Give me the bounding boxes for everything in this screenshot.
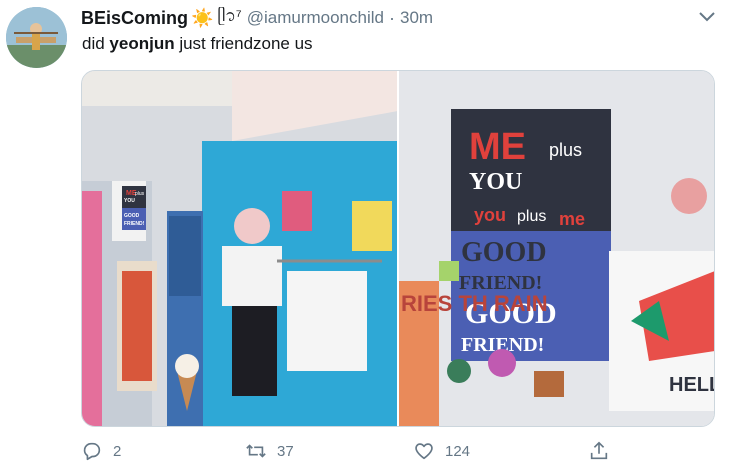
retweet-button[interactable]: 37	[245, 440, 294, 462]
left-poster-line2: plus	[135, 191, 145, 197]
reply-icon	[83, 442, 101, 461]
like-count: 124	[445, 442, 471, 460]
reply-button[interactable]: 2	[81, 440, 121, 462]
retweet-count: 37	[277, 442, 294, 460]
right-poster-good1: GOOD	[461, 237, 547, 268]
right-poster-you2: you	[474, 205, 506, 225]
separator-dot: ·	[388, 7, 395, 28]
reply-count: 2	[113, 442, 122, 460]
display-name[interactable]: BEisComing	[81, 8, 188, 29]
share-button[interactable]	[588, 440, 610, 462]
right-poster-plus2: plus	[517, 208, 546, 225]
media-grid: ME plus YOU GOOD FRIEND! ME plus YOU you…	[81, 70, 715, 427]
tweet-header: BEisComing ☀️ ᥫ᭡⁷ @iamurmoonchild · 30m	[81, 7, 433, 29]
right-poster-you: YOU	[469, 169, 522, 195]
user-handle[interactable]: @iamurmoonchild	[247, 8, 384, 28]
tweet-text-bold: yeonjun	[109, 34, 175, 53]
timestamp[interactable]: 30m	[400, 8, 433, 28]
right-poster-plus1: plus	[549, 140, 582, 160]
right-hello-text: HELLO	[669, 374, 714, 396]
tweet: BEisComing ☀️ ᥫ᭡⁷ @iamurmoonchild · 30m …	[0, 0, 733, 472]
share-icon	[590, 441, 608, 460]
right-side-text: RIES TH RAIN	[401, 291, 548, 316]
tweet-text-before: did	[82, 34, 110, 53]
tweet-text: did yeonjun just friendzone us	[82, 34, 313, 54]
chevron-down-icon[interactable]	[697, 9, 717, 25]
left-poster-line3: YOU	[124, 198, 135, 204]
tweet-actions: 2 37 124	[81, 440, 721, 464]
photo-left[interactable]: ME plus YOU GOOD FRIEND!	[82, 71, 397, 426]
right-poster-me2: me	[559, 209, 585, 229]
right-poster-me: ME	[469, 126, 526, 168]
left-poster-line4: GOOD	[124, 213, 140, 219]
photo-right[interactable]: ME plus YOU you plus me GOOD FRIEND! GOO…	[399, 71, 714, 426]
avatar[interactable]	[6, 7, 67, 68]
left-poster-line5: FRIEND!	[124, 221, 145, 227]
retweet-icon	[246, 444, 266, 458]
sun-emoji-icon: ☀️	[191, 7, 214, 28]
tweet-text-after: just friendzone us	[174, 34, 313, 53]
idol-glyph: ᥫ᭡⁷	[217, 7, 242, 25]
like-button[interactable]: 124	[413, 440, 470, 462]
like-icon	[415, 443, 433, 460]
